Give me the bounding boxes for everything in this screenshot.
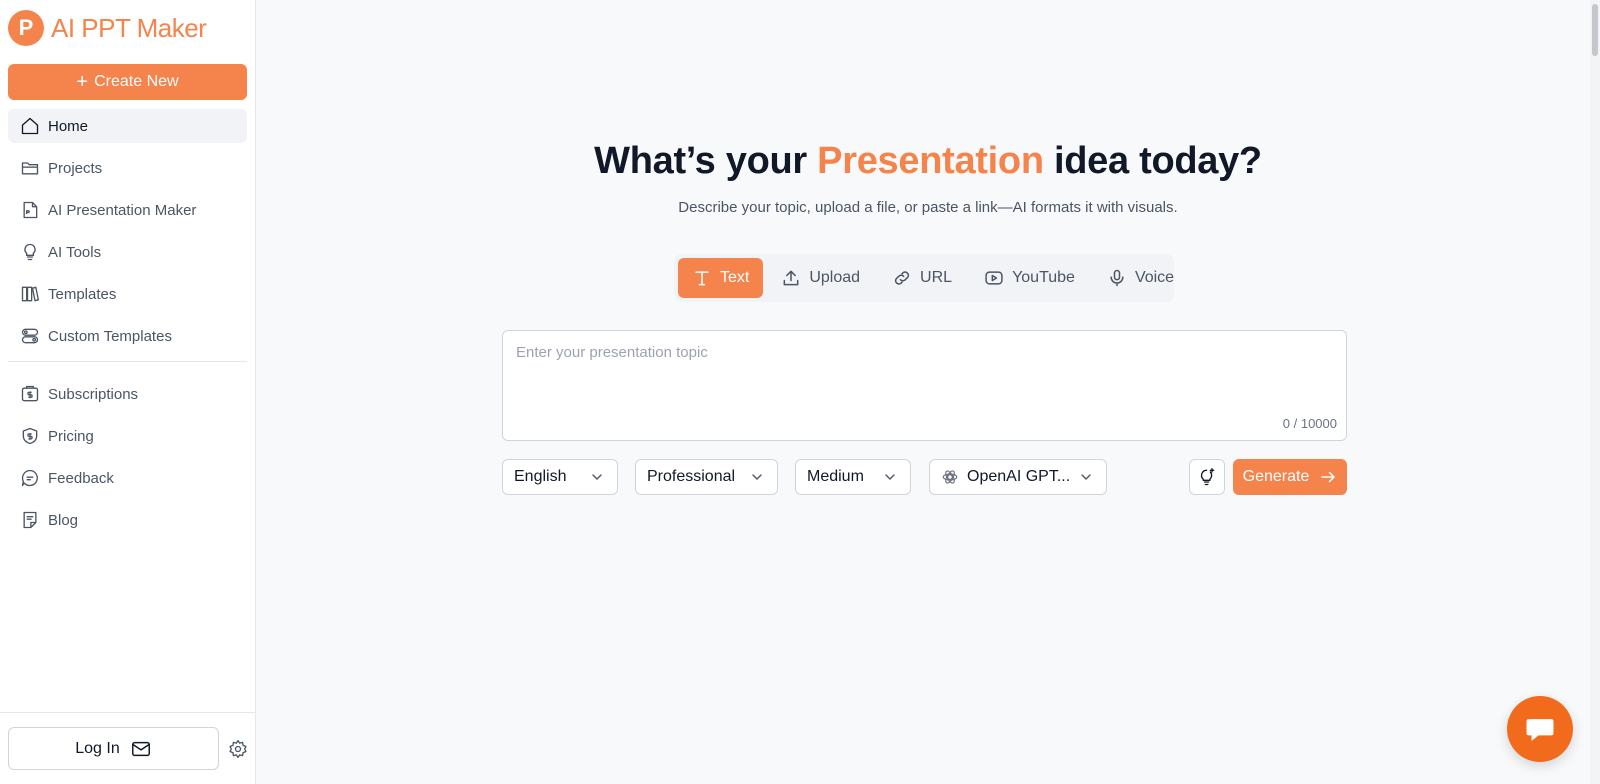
tab-url[interactable]: URL <box>878 258 966 298</box>
sidebar-item-ai-tools[interactable]: AI Tools <box>8 235 247 269</box>
folder-icon <box>21 162 39 175</box>
sidebar-item-label: Blog <box>48 511 79 529</box>
sidebar-item-templates[interactable]: Templates <box>8 277 247 311</box>
brand-name: AI PPT Maker <box>51 12 207 43</box>
page-subtitle: Describe your topic, upload a file, or p… <box>678 199 1178 216</box>
sidebar-item-label: Feedback <box>48 469 114 487</box>
brand-logo: P <box>8 10 44 46</box>
tone-select[interactable]: Professional <box>635 459 778 495</box>
sidebar-item-blog[interactable]: Blog <box>8 503 247 537</box>
settings-gear-icon[interactable] <box>228 739 248 759</box>
char-counter: 0 / 10000 <box>1282 416 1337 431</box>
tab-voice[interactable]: Voice <box>1093 258 1188 298</box>
sidebar-divider <box>8 361 247 362</box>
log-in-button[interactable]: Log In <box>8 727 219 770</box>
ppt-file-icon <box>23 201 38 219</box>
link-icon <box>894 271 910 285</box>
chat-bubble-icon <box>21 469 38 487</box>
create-new-label: Create New <box>94 73 179 90</box>
title-before: What’s your <box>594 140 818 182</box>
tab-label: YouTube <box>1012 269 1075 286</box>
lightbulb-sparkle-icon <box>1200 468 1215 486</box>
sidebar-item-label: Projects <box>48 159 103 177</box>
model-select[interactable]: OpenAI GPT... <box>929 459 1107 495</box>
chevron-down-icon <box>752 474 762 480</box>
sidebar-item-label: Pricing <box>48 427 94 445</box>
sidebar-item-projects[interactable]: Projects <box>8 151 247 185</box>
chat-icon <box>1526 719 1554 742</box>
title-accent: Presentation <box>817 140 1044 182</box>
sidebar-item-label: Custom Templates <box>48 327 172 345</box>
tab-label: Voice <box>1134 269 1175 286</box>
sidebar-item-label: AI Tools <box>48 243 102 261</box>
mail-icon <box>131 741 150 756</box>
sidebar-item-feedback[interactable]: Feedback <box>8 461 247 495</box>
chevron-down-icon <box>592 474 602 480</box>
sidebar-item-label: AI Presentation Maker <box>48 201 197 219</box>
tab-label: URL <box>920 269 953 286</box>
language-value: English <box>514 468 567 485</box>
sidebar-item-home[interactable]: Home <box>8 109 247 143</box>
topic-input-box: 0 / 10000 <box>502 330 1347 441</box>
title-after: idea today? <box>1043 140 1262 182</box>
sidebar-item-label: Templates <box>48 285 117 303</box>
model-select-content: OpenAI GPT... <box>941 468 1070 486</box>
length-value: Medium <box>807 468 864 485</box>
books-icon <box>21 286 39 302</box>
generate-button[interactable]: Generate <box>1233 459 1347 495</box>
chevron-down-icon <box>1081 474 1091 480</box>
home-icon <box>21 117 39 135</box>
lightbulb-gear-icon <box>24 243 36 261</box>
chevron-down-icon <box>885 474 895 480</box>
sidebar-item-custom-templates[interactable]: Custom Templates <box>8 319 247 353</box>
sidebar-item-label: Subscriptions <box>48 385 139 403</box>
tab-label: Text <box>720 269 750 286</box>
sticky-note-icon <box>23 511 37 529</box>
youtube-play-icon <box>985 271 1003 285</box>
topic-input[interactable] <box>503 331 1346 440</box>
language-select[interactable]: English <box>502 459 618 495</box>
page-title: What’s your Presentation idea today? <box>256 140 1600 183</box>
arrow-right-icon <box>1321 471 1336 483</box>
sidebar-item-subscriptions[interactable]: Subscriptions <box>8 377 247 411</box>
sidebar-item-label: Home <box>48 117 89 135</box>
scrollbar-thumb[interactable] <box>1592 4 1598 56</box>
model-value: OpenAI GPT... <box>967 468 1071 485</box>
length-select[interactable]: Medium <box>795 459 911 495</box>
tab-text[interactable]: Text <box>678 258 764 298</box>
brand[interactable]: P AI PPT Maker <box>8 10 207 46</box>
microphone-icon <box>1110 269 1124 287</box>
input-mode-tabs: Text Upload URL YouTube Voice <box>674 254 1174 302</box>
tab-upload[interactable]: Upload <box>767 258 874 298</box>
idea-suggest-button[interactable] <box>1189 459 1225 495</box>
sidebar-item-ai-presentation-maker[interactable]: AI Presentation Maker <box>8 193 247 227</box>
tab-youtube[interactable]: YouTube <box>970 258 1089 298</box>
sidebar-footer: Log In <box>0 712 256 784</box>
generate-label: Generate <box>1242 468 1310 485</box>
shield-dollar-icon <box>22 427 38 445</box>
toggles-icon <box>21 328 39 344</box>
sidebar-item-pricing[interactable]: Pricing <box>8 419 247 453</box>
upload-icon <box>783 270 799 286</box>
wallet-dollar-icon <box>21 385 39 402</box>
page-scrollbar[interactable] <box>1590 0 1600 784</box>
text-t-icon <box>695 271 709 286</box>
create-new-button[interactable]: + Create New <box>8 64 247 100</box>
tone-value: Professional <box>647 468 736 485</box>
chat-support-button[interactable] <box>1507 696 1573 762</box>
sidebar-nav: Home Projects AI Presentation Maker AI T… <box>8 109 247 545</box>
sidebar: P AI PPT Maker + Create New Home Project… <box>0 0 256 784</box>
plus-icon: + <box>76 71 89 93</box>
openai-logo-icon <box>942 470 958 484</box>
log-in-label: Log In <box>75 739 120 757</box>
tab-label: Upload <box>809 269 861 286</box>
